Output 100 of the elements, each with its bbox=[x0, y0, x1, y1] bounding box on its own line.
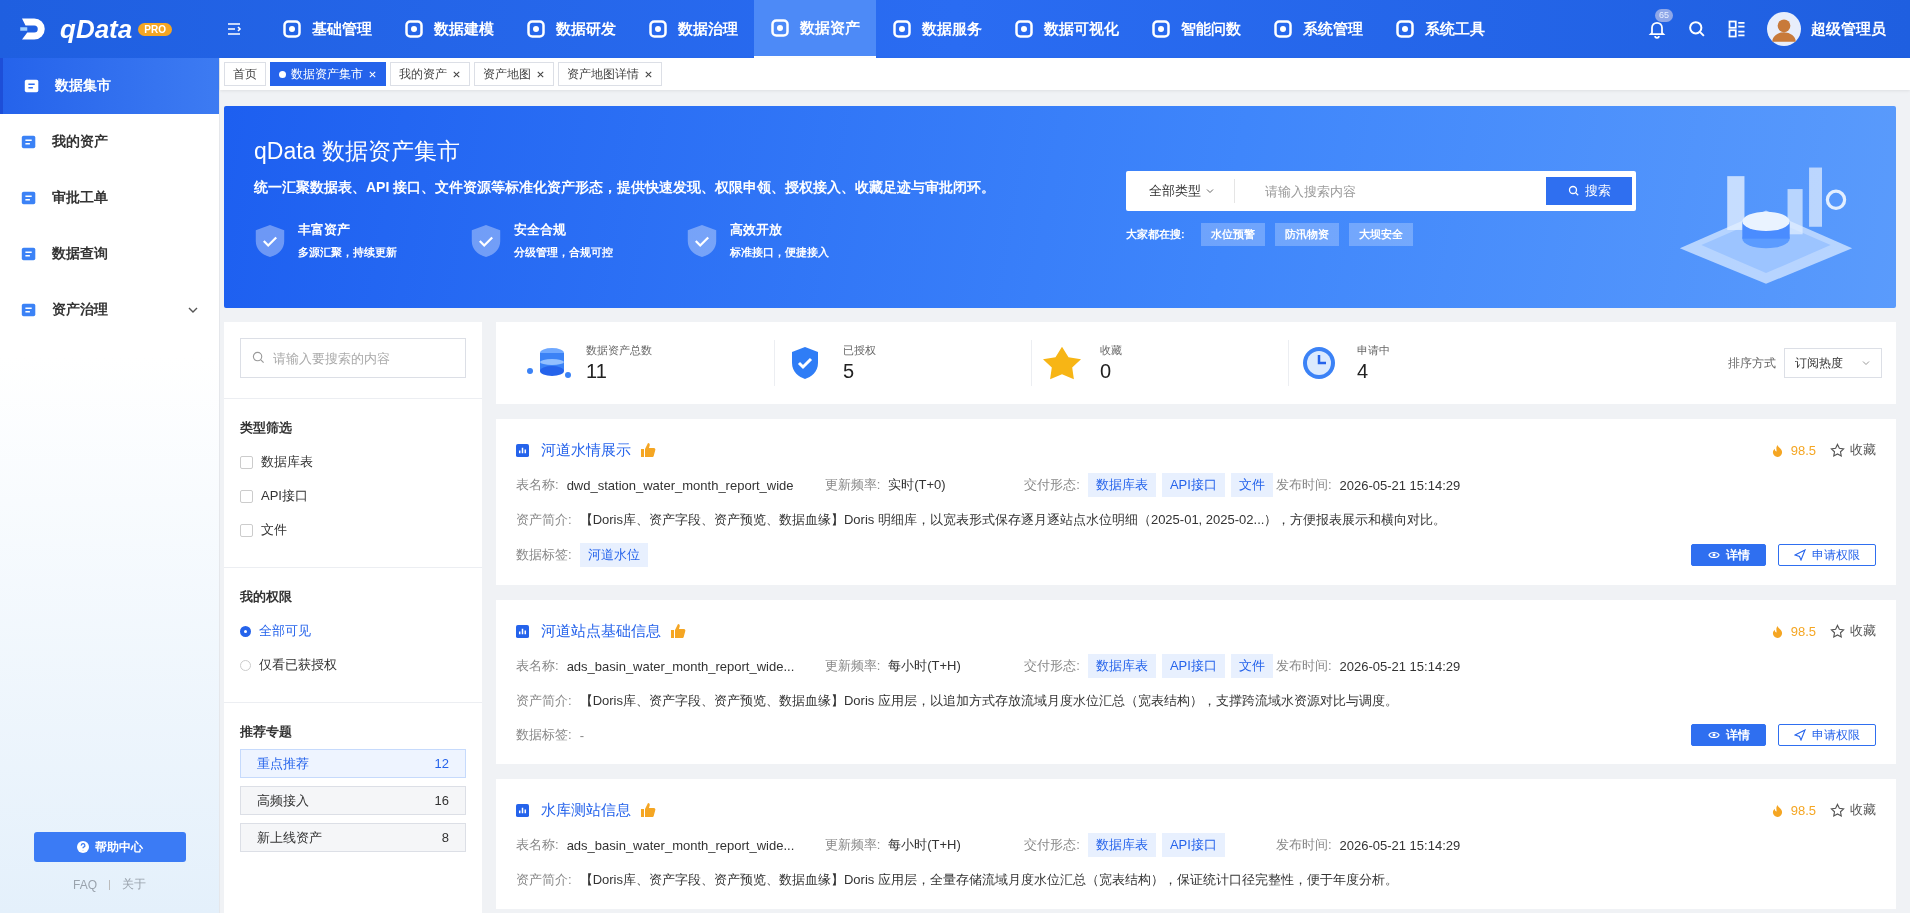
favorite-button[interactable]: 收藏 bbox=[1830, 622, 1876, 640]
type-checkbox[interactable]: API接口 bbox=[240, 479, 466, 513]
nav-tab[interactable]: 数据研发 bbox=[510, 0, 632, 58]
field-label: 发布时间: bbox=[1275, 476, 1332, 494]
send-icon bbox=[1794, 729, 1806, 741]
nav-tab[interactable]: 系统工具 bbox=[1379, 0, 1501, 58]
page-tab[interactable]: 数据资产集市 bbox=[270, 62, 386, 86]
nav-tab[interactable]: 智能问数 bbox=[1135, 0, 1257, 58]
heat-score: 98.5 bbox=[1790, 623, 1816, 639]
stat-label: 数据资产总数 bbox=[586, 343, 652, 358]
feature-description: 多源汇聚，持续更新 bbox=[298, 245, 397, 260]
field-label: 更新频率: bbox=[824, 476, 881, 494]
menu-item-icon bbox=[23, 77, 41, 95]
thumbs-up-icon bbox=[639, 441, 657, 459]
type-checkbox[interactable]: 文件 bbox=[240, 513, 466, 547]
asset-title[interactable]: 河道水情展示 bbox=[541, 440, 631, 460]
field-label: 交付形态: bbox=[1024, 657, 1080, 675]
pro-badge: PRO bbox=[138, 22, 172, 36]
close-icon[interactable] bbox=[452, 69, 461, 79]
page-tab[interactable]: 首页 bbox=[224, 62, 266, 86]
stat-value: 5 bbox=[843, 360, 856, 383]
nav-tab[interactable]: 数据资产 bbox=[754, 0, 876, 58]
hot-search-label: 大家都在搜: bbox=[1126, 227, 1185, 242]
module-icon bbox=[1395, 19, 1415, 39]
layout-icon[interactable] bbox=[1727, 19, 1747, 39]
update-frequency: 每小时(T+H) bbox=[888, 657, 962, 675]
search-icon[interactable] bbox=[1687, 19, 1707, 39]
page-tab[interactable]: 我的资产 bbox=[390, 62, 470, 86]
feature-description: 标准接口，便捷接入 bbox=[730, 245, 829, 260]
menu-item-icon bbox=[20, 189, 38, 207]
shield-icon bbox=[254, 222, 286, 259]
field-label: 交付形态: bbox=[1024, 476, 1080, 494]
nav-tab[interactable]: 数据服务 bbox=[876, 0, 998, 58]
type-checkbox[interactable]: 数据库表 bbox=[240, 445, 466, 479]
user-name[interactable]: 超级管理员 bbox=[1811, 19, 1886, 39]
details-button[interactable]: 详情 bbox=[1691, 544, 1766, 566]
delivery-tag: 数据库表 bbox=[1087, 473, 1156, 497]
nav-tab[interactable]: 基础管理 bbox=[266, 0, 388, 58]
sort-dropdown[interactable]: 订阅热度 bbox=[1784, 348, 1882, 378]
filter-search-field[interactable]: 请输入要搜索的内容 bbox=[240, 338, 466, 378]
asset-description: 【Doris库、资产字段、资产预览、数据血缘】Doris 应用层，以追加方式存放流域月度水位汇总（宽表结构），支撑跨流域水资源对比与调度。 bbox=[579, 692, 1398, 710]
stat-label: 收藏 bbox=[1100, 343, 1122, 358]
close-icon[interactable] bbox=[644, 69, 653, 79]
eye-icon bbox=[1707, 729, 1720, 741]
nav-tab[interactable]: 数据治理 bbox=[632, 0, 754, 58]
module-icon bbox=[404, 19, 424, 39]
nav-tab[interactable]: 系统管理 bbox=[1257, 0, 1379, 58]
favorite-button[interactable]: 收藏 bbox=[1830, 441, 1876, 459]
avatar-icon[interactable] bbox=[1767, 12, 1801, 46]
filter-section-title: 类型筛选 bbox=[240, 419, 293, 437]
sidebar-item[interactable]: 数据查询 bbox=[0, 226, 219, 282]
field-label: 表名称: bbox=[516, 657, 559, 675]
menu-item-icon bbox=[20, 301, 38, 319]
publish-time: 2026-05-21 15:14:29 bbox=[1339, 837, 1461, 853]
asset-title[interactable]: 水库测站信息 bbox=[541, 800, 631, 820]
favorite-button[interactable]: 收藏 bbox=[1830, 801, 1876, 819]
field-label: 交付形态: bbox=[1024, 836, 1080, 854]
sidebar-item[interactable]: 审批工单 bbox=[0, 170, 219, 226]
module-icon bbox=[282, 19, 302, 39]
chevron-icon bbox=[1861, 358, 1871, 368]
heat-score: 98.5 bbox=[1790, 442, 1816, 458]
field-label: 发布时间: bbox=[1275, 657, 1332, 675]
search-icon bbox=[1567, 185, 1580, 197]
help-center-button[interactable]: 帮助中心 bbox=[33, 832, 186, 862]
topic-item[interactable]: 高频接入 16 bbox=[240, 786, 466, 815]
permission-radio[interactable]: 仅看已获授权 bbox=[240, 648, 466, 682]
sidebar-item[interactable]: 资产治理 bbox=[0, 282, 219, 338]
flame-icon bbox=[1771, 803, 1783, 817]
close-icon[interactable] bbox=[536, 69, 545, 79]
permission-radio[interactable]: 全部可见 bbox=[240, 614, 466, 648]
sidebar-item[interactable]: 数据集市 bbox=[0, 58, 219, 114]
publish-time: 2026-05-21 15:14:29 bbox=[1339, 658, 1461, 674]
details-button[interactable]: 详情 bbox=[1691, 724, 1766, 746]
nav-tab[interactable]: 数据可视化 bbox=[998, 0, 1135, 58]
request-permission-button[interactable]: 申请权限 bbox=[1778, 544, 1876, 566]
active-dot-icon bbox=[279, 70, 286, 78]
menu-icon[interactable] bbox=[226, 21, 242, 37]
star-icon bbox=[1830, 442, 1845, 458]
search-icon bbox=[252, 351, 265, 364]
request-permission-button[interactable]: 申请权限 bbox=[1778, 724, 1876, 746]
sidebar-item[interactable]: 我的资产 bbox=[0, 114, 219, 170]
filter-section-title: 推荐专题 bbox=[240, 723, 293, 741]
asset-title[interactable]: 河道站点基础信息 bbox=[541, 621, 661, 641]
nav-tab[interactable]: 数据建模 bbox=[388, 0, 510, 58]
page-tab[interactable]: 资产地图详情 bbox=[558, 62, 662, 86]
chart-icon bbox=[516, 443, 529, 457]
help-icon bbox=[76, 841, 89, 853]
bell-icon[interactable] bbox=[1647, 19, 1667, 39]
topic-item[interactable]: 新上线资产 8 bbox=[240, 823, 466, 852]
banner-subtitle: 统一汇聚数据表、API 接口、文件资源等标准化资产形态，提供快速发现、权限申领、授权接入、收藏足迹与审批闭环。 bbox=[254, 179, 996, 197]
feature-title: 高效开放 bbox=[730, 221, 783, 239]
table-name: dwd_station_water_month_report_wide bbox=[566, 477, 795, 493]
feature-description: 分级管理，合规可控 bbox=[514, 245, 613, 260]
update-frequency: 实时(T+0) bbox=[888, 476, 947, 494]
search-button[interactable]: 搜索 bbox=[1546, 177, 1632, 205]
topic-item[interactable]: 重点推荐 12 bbox=[240, 749, 466, 778]
field-label: 表名称: bbox=[516, 476, 559, 494]
delivery-tag: API接口 bbox=[1161, 654, 1225, 678]
module-icon bbox=[526, 19, 546, 39]
page-tab[interactable]: 资产地图 bbox=[474, 62, 554, 86]
